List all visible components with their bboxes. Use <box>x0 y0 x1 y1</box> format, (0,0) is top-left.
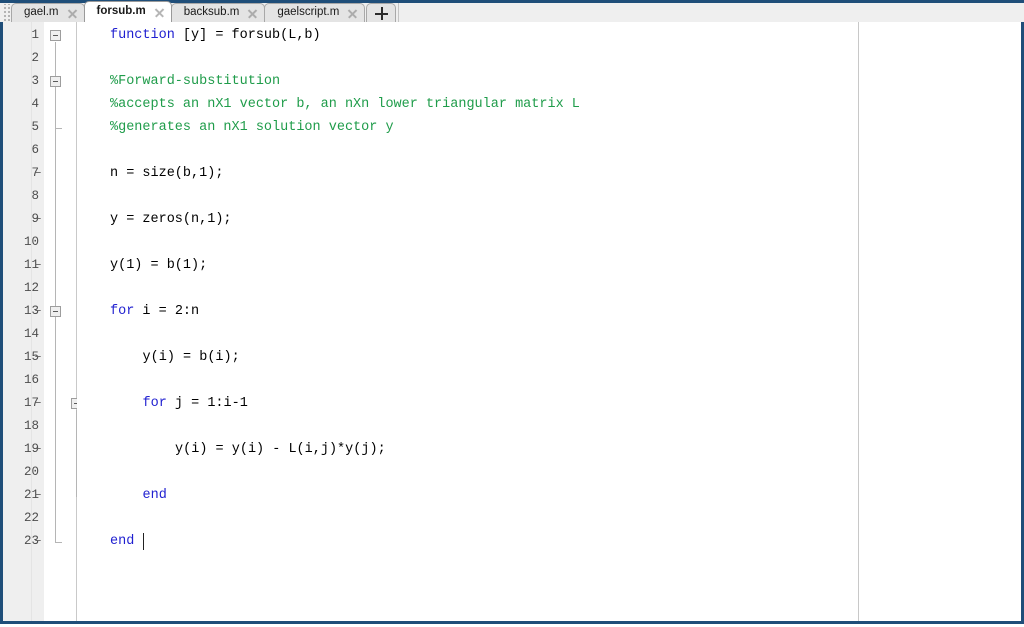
executable-line-marker[interactable]: – <box>34 392 42 415</box>
tab-label: gaelscript.m <box>277 6 340 19</box>
code-line[interactable]: y = zeros(n,1); <box>110 208 232 231</box>
line-number: 18 <box>23 419 39 433</box>
close-icon[interactable] <box>67 8 78 19</box>
code-line[interactable]: y(1) = b(1); <box>110 254 207 277</box>
code-line[interactable]: for j = 1:i-1 <box>143 392 248 415</box>
tab-label: backsub.m <box>183 6 240 19</box>
keyword-token: for <box>142 396 167 411</box>
code-text-area[interactable]: function [y] = forsub(L,b) %Forward-subst… <box>77 22 1021 621</box>
executable-line-marker[interactable]: – <box>34 438 42 461</box>
fold-toggle-comment-block[interactable] <box>50 76 61 87</box>
tab-label: gael.m <box>24 6 59 19</box>
editor-gutter: 1 2 3 4 5 6 7–8 9–10 11–12 13–14 15–16 17–18 19–20 21… <box>3 22 44 621</box>
comment-token: %generates an nX1 solution vector y <box>110 120 394 135</box>
code-line[interactable]: y(i) = y(i) - L(i,j)*y(j); <box>175 438 386 461</box>
text-caret <box>142 533 145 550</box>
code-lines: function [y] = forsub(L,b) %Forward-subst… <box>77 22 1021 621</box>
code-token: j = 1:i-1 <box>166 396 248 411</box>
code-line[interactable]: %Forward-substitution <box>110 70 280 93</box>
code-folding-column[interactable] <box>44 22 83 621</box>
code-line[interactable]: n = size(b,1); <box>110 162 223 185</box>
fold-markers <box>44 22 83 621</box>
fold-connector-line <box>55 88 56 128</box>
line-number: 16 <box>23 373 39 387</box>
executable-line-marker[interactable]: – <box>34 254 42 277</box>
code-token: n = size(b,1); <box>110 166 224 181</box>
editor-tab-forsub-m[interactable]: forsub.m <box>83 1 172 22</box>
executable-line-marker[interactable]: – <box>34 484 42 507</box>
line-number: 5 <box>31 120 39 134</box>
gutter-content: 1 2 3 4 5 6 7–8 9–10 11–12 13–14 15–16 17–18 19–20 21… <box>3 22 43 621</box>
close-icon[interactable] <box>154 7 165 18</box>
close-icon[interactable] <box>247 8 258 19</box>
line-number: 8 <box>31 189 39 203</box>
executable-line-marker[interactable]: – <box>34 300 42 323</box>
code-line[interactable]: %accepts an nX1 vector b, an nXn lower t… <box>110 93 580 116</box>
executable-line-marker[interactable]: – <box>34 162 42 185</box>
line-number: 2 <box>31 51 39 65</box>
code-token: y(1) = b(1); <box>110 258 208 273</box>
keyword-token: end <box>110 534 135 549</box>
code-token: [y] = forsub(L,b) <box>174 28 321 43</box>
keyword-token: end <box>142 488 167 503</box>
editor-tab-gaelscript-m[interactable]: gaelscript.m <box>264 3 366 22</box>
fold-end-bracket <box>55 542 62 543</box>
code-line[interactable]: end <box>143 484 167 507</box>
keyword-token: for <box>110 304 135 319</box>
matlab-editor-window: gael.m forsub.m backsub.m gaelscript.m 1234… <box>0 0 1024 627</box>
editor-tab-gael-m[interactable]: gael.m <box>11 3 85 22</box>
drag-grip-icon[interactable] <box>2 4 11 22</box>
tab-list: gael.m forsub.m backsub.m gaelscript.m <box>11 1 366 22</box>
tab-label: forsub.m <box>96 5 146 18</box>
line-number: 14 <box>23 327 39 341</box>
code-token: y(i) = y(i) - L(i,j)*y(j); <box>175 442 386 457</box>
line-number: 6 <box>31 143 39 157</box>
line-number: 4 <box>31 97 39 111</box>
code-line[interactable]: for i = 2:n <box>110 300 199 323</box>
keyword-token: function <box>110 28 175 43</box>
code-editor[interactable]: 1 2 3 4 5 6 7–8 9–10 11–12 13–14 15–16 17–18 19–20 21… <box>0 22 1024 624</box>
editor-tab-backsub-m[interactable]: backsub.m <box>170 3 266 22</box>
tab-bar-filler <box>398 3 1024 22</box>
code-token: y = zeros(n,1); <box>110 212 232 227</box>
editor-tab-bar: gael.m forsub.m backsub.m gaelscript.m <box>0 0 1024 22</box>
comment-token: %Forward-substitution <box>110 74 281 89</box>
code-line[interactable]: %generates an nX1 solution vector y <box>110 116 394 139</box>
executable-line-marker[interactable]: – <box>34 346 42 369</box>
executable-line-marker[interactable]: – <box>34 530 42 553</box>
line-number: 20 <box>23 465 39 479</box>
close-icon[interactable] <box>347 8 358 19</box>
fold-toggle-for-outer[interactable] <box>50 306 61 317</box>
comment-token: %accepts an nX1 vector b, an nXn lower t… <box>110 97 580 112</box>
line-number: 12 <box>23 281 39 295</box>
line-number: 3 <box>31 74 39 88</box>
code-token: y(i) = b(i); <box>142 350 240 365</box>
fold-toggle-function[interactable] <box>50 30 61 41</box>
line-number: 10 <box>23 235 39 249</box>
new-tab-button[interactable] <box>366 3 397 22</box>
code-line[interactable]: y(i) = b(i); <box>143 346 240 369</box>
code-line[interactable]: end <box>110 530 134 553</box>
fold-end-bracket <box>55 128 62 129</box>
executable-line-marker[interactable]: – <box>34 208 42 231</box>
code-line[interactable]: function [y] = forsub(L,b) <box>110 24 321 47</box>
code-token: i = 2:n <box>134 304 200 319</box>
line-number: 1 <box>31 28 39 42</box>
line-number: 22 <box>23 511 39 525</box>
